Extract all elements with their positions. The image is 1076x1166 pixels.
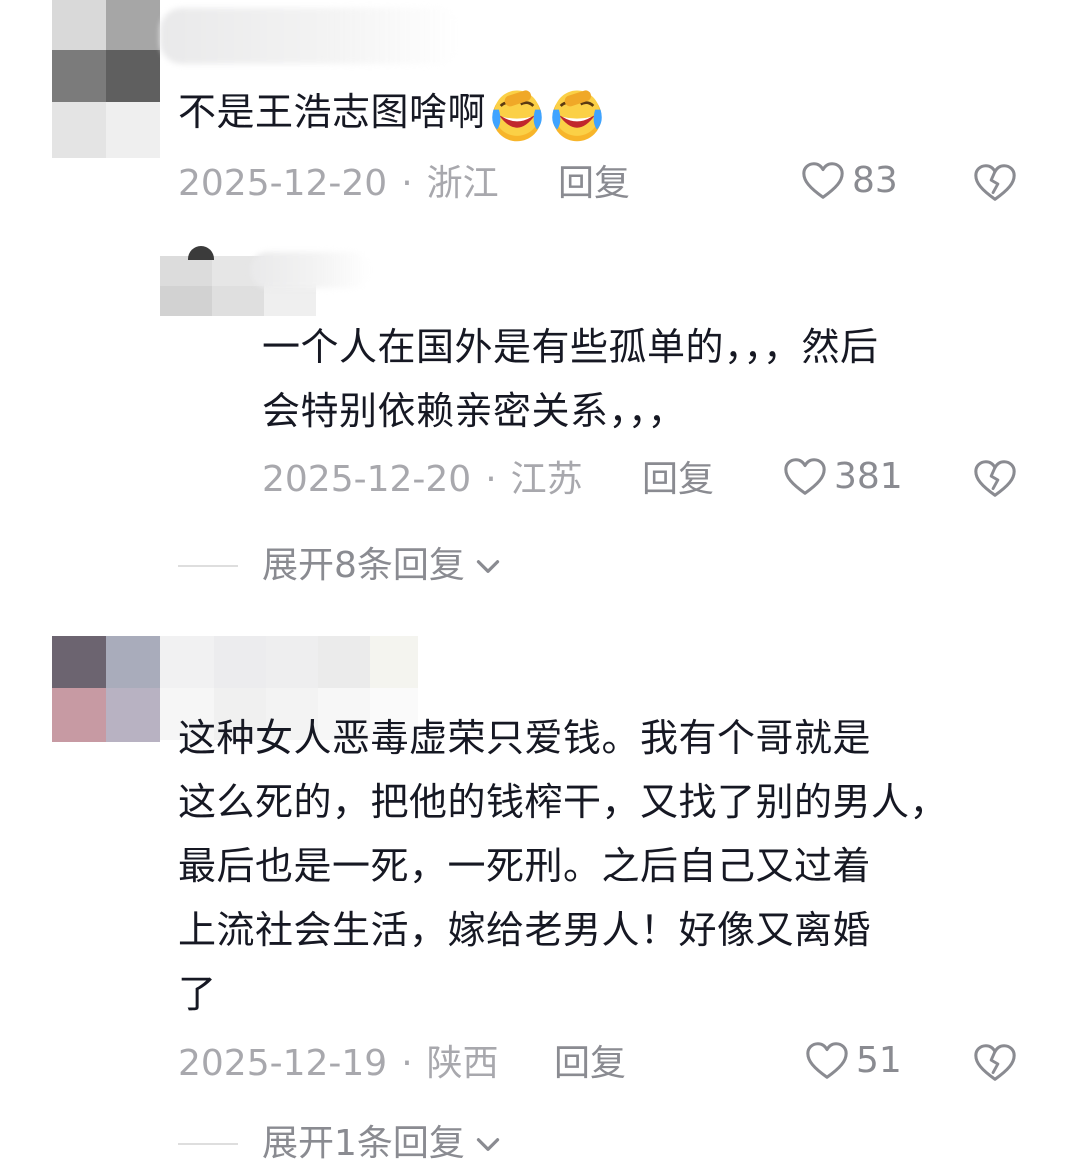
comment-date: 2025-12-20 <box>178 163 388 204</box>
comment-text: 不是王浩志图啥啊 <box>178 80 606 144</box>
comment-text-content: 不是王浩志图啥啊 <box>178 90 487 134</box>
like-count: 381 <box>834 456 903 497</box>
reply-meta: 2025-12-20 · 江苏 <box>262 458 583 502</box>
expand-replies-label: 展开8条回复 <box>262 545 465 586</box>
avatar[interactable] <box>52 636 160 742</box>
comment-meta: 2025-12-20 · 浙江 <box>178 162 499 206</box>
separator-dot: · <box>401 163 413 204</box>
chevron-down-icon <box>476 560 500 573</box>
separator-dot: · <box>401 1043 413 1084</box>
expand-replies-button[interactable]: 展开1条回复 <box>178 1122 505 1166</box>
like-button[interactable]: 83 <box>800 158 898 204</box>
comment-location: 浙江 <box>426 163 499 204</box>
divider-line <box>178 1143 238 1145</box>
username-blurred[interactable] <box>160 8 460 64</box>
reply-button[interactable]: 回复 <box>554 1042 626 1086</box>
crying-laughing-emoji-icon <box>552 89 602 141</box>
separator-dot: · <box>485 459 497 500</box>
expand-replies-label: 展开1条回复 <box>262 1123 465 1164</box>
reply-button[interactable]: 回复 <box>642 458 714 502</box>
like-button[interactable]: 381 <box>782 454 903 500</box>
heart-outline-icon <box>802 162 844 199</box>
avatar[interactable] <box>52 0 160 158</box>
reply-text: 一个人在国外是有些孤单的，，，然后 会特别依赖亲密关系，，， <box>262 325 879 433</box>
heart-outline-icon <box>784 458 826 495</box>
broken-heart-icon <box>974 164 1016 201</box>
crying-laughing-emoji-icon <box>492 89 542 141</box>
comment-meta: 2025-12-19 · 陕西 <box>178 1042 499 1086</box>
broken-heart-icon <box>974 460 1016 497</box>
chevron-down-icon <box>476 1138 500 1151</box>
like-count: 51 <box>856 1040 902 1081</box>
comment-text: 这种女人恶毒虚荣只爱钱。我有个哥就是 这么死的，把他的钱榨干，又找了别的男人， … <box>178 716 949 1016</box>
comment-location: 陕西 <box>426 1043 499 1084</box>
reply-username-blurred[interactable] <box>250 252 370 288</box>
heart-outline-icon <box>806 1042 848 1079</box>
like-count: 83 <box>852 160 898 201</box>
reply-avatar-dot <box>188 246 214 260</box>
dislike-button[interactable] <box>972 160 1018 210</box>
comment-date: 2025-12-19 <box>178 1043 388 1084</box>
reply-date: 2025-12-20 <box>262 459 472 500</box>
broken-heart-icon <box>974 1044 1016 1081</box>
like-button[interactable]: 51 <box>804 1038 902 1084</box>
expand-replies-button[interactable]: 展开8条回复 <box>178 544 505 588</box>
dislike-button[interactable] <box>972 1040 1018 1090</box>
dislike-button[interactable] <box>972 456 1018 506</box>
reply-location: 江苏 <box>510 459 583 500</box>
reply-button[interactable]: 回复 <box>558 162 630 206</box>
divider-line <box>178 565 238 567</box>
